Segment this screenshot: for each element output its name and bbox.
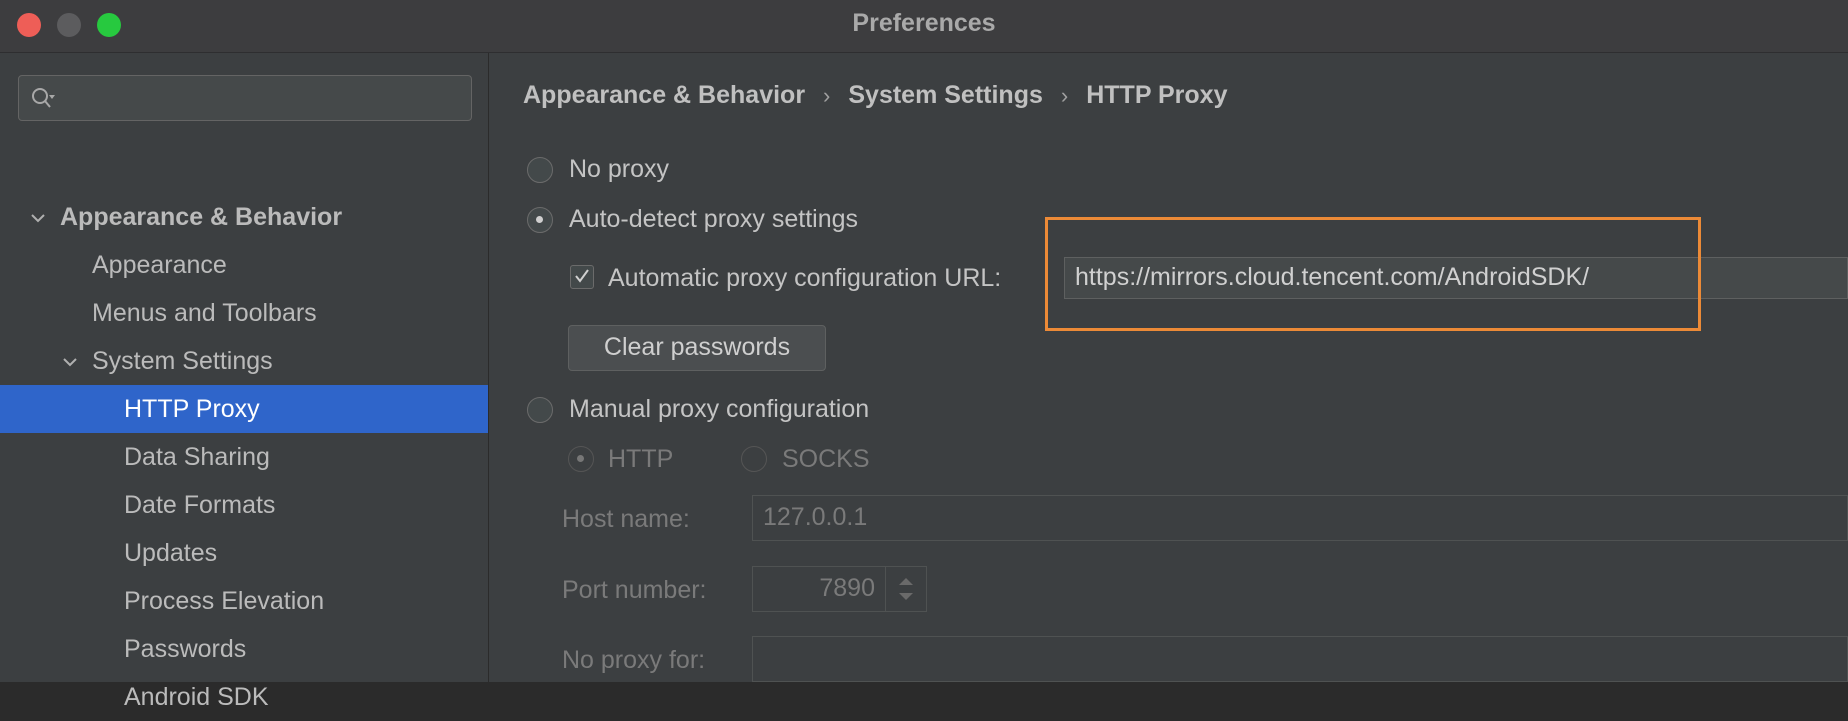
sidebar-item-updates[interactable]: Updates — [0, 529, 488, 577]
chevron-down-icon — [63, 358, 77, 367]
no-proxy-for-field[interactable] — [752, 636, 1848, 682]
auto-detect-label[interactable]: Auto-detect proxy settings — [569, 205, 858, 234]
sidebar-item-label: Updates — [124, 539, 218, 567]
http-label[interactable]: HTTP — [608, 445, 673, 474]
sidebar-item-system-settings[interactable]: System Settings — [0, 337, 488, 385]
breadcrumb-item[interactable]: System Settings — [848, 81, 1043, 109]
checkmark-icon — [575, 269, 589, 283]
sidebar-item-label: Process Elevation — [124, 587, 325, 615]
sidebar-item-label: Date Formats — [124, 491, 276, 519]
sidebar-item-appearance-behavior[interactable]: Appearance & Behavior — [0, 193, 488, 241]
settings-sidebar: Appearance & Behavior Appearance Menus a… — [0, 53, 489, 711]
no-proxy-radio[interactable] — [527, 157, 553, 183]
title-bar: Preferences — [0, 0, 1848, 53]
auto-config-url-checkbox[interactable] — [570, 265, 594, 289]
sidebar-item-date-formats[interactable]: Date Formats — [0, 481, 488, 529]
port-number-field[interactable]: 7890 — [752, 566, 886, 612]
sidebar-item-android-sdk[interactable]: Android SDK — [0, 673, 488, 721]
search-input[interactable] — [18, 75, 472, 121]
manual-proxy-label[interactable]: Manual proxy configuration — [569, 395, 869, 424]
sidebar-item-label: Appearance & Behavior — [60, 203, 343, 231]
preferences-window: Preferences Appearance & Behavior Appear… — [0, 0, 1848, 711]
sidebar-item-label: Data Sharing — [124, 443, 270, 471]
host-name-label: Host name: — [562, 505, 690, 533]
stepper-arrows-icon — [899, 578, 913, 600]
chevron-down-icon — [31, 214, 45, 223]
breadcrumb: Appearance & Behavior › System Settings › HT… — [523, 81, 1227, 110]
sidebar-item-label: Menus and Toolbars — [92, 299, 317, 327]
manual-proxy-radio[interactable] — [527, 397, 553, 423]
sidebar-item-process-elevation[interactable]: Process Elevation — [0, 577, 488, 625]
sidebar-item-http-proxy[interactable]: HTTP Proxy — [0, 385, 488, 433]
port-stepper[interactable] — [885, 566, 927, 612]
clear-passwords-button[interactable]: Clear passwords — [568, 325, 826, 371]
window-title: Preferences — [852, 9, 996, 37]
sidebar-item-label: Appearance — [92, 251, 227, 279]
sidebar-item-passwords[interactable]: Passwords — [0, 625, 488, 673]
host-name-field[interactable]: 127.0.0.1 — [752, 495, 1848, 541]
breadcrumb-separator-icon: › — [823, 83, 831, 108]
sidebar-item-label: Passwords — [124, 635, 247, 663]
no-proxy-label[interactable]: No proxy — [569, 155, 669, 184]
sidebar-item-menus-toolbars[interactable]: Menus and Toolbars — [0, 289, 488, 337]
sidebar-item-appearance[interactable]: Appearance — [0, 241, 488, 289]
breadcrumb-separator-icon: › — [1060, 83, 1069, 108]
sidebar-item-label: HTTP Proxy — [124, 395, 260, 423]
socks-radio[interactable] — [741, 446, 767, 472]
port-number-label: Port number: — [562, 576, 707, 604]
breadcrumb-item[interactable]: Appearance & Behavior — [523, 81, 805, 109]
search-icon — [32, 88, 55, 108]
sidebar-item-data-sharing[interactable]: Data Sharing — [0, 433, 488, 481]
http-radio[interactable] — [568, 446, 594, 472]
auto-detect-radio[interactable] — [527, 207, 553, 233]
auto-config-url-label: Automatic proxy configuration URL: — [608, 264, 1002, 292]
highlight-box — [1045, 217, 1701, 331]
sidebar-item-label: Android SDK — [124, 683, 269, 711]
socks-label[interactable]: SOCKS — [782, 445, 870, 474]
sidebar-item-label: System Settings — [92, 347, 273, 375]
no-proxy-for-label: No proxy for: — [562, 646, 706, 674]
breadcrumb-item: HTTP Proxy — [1086, 81, 1228, 109]
